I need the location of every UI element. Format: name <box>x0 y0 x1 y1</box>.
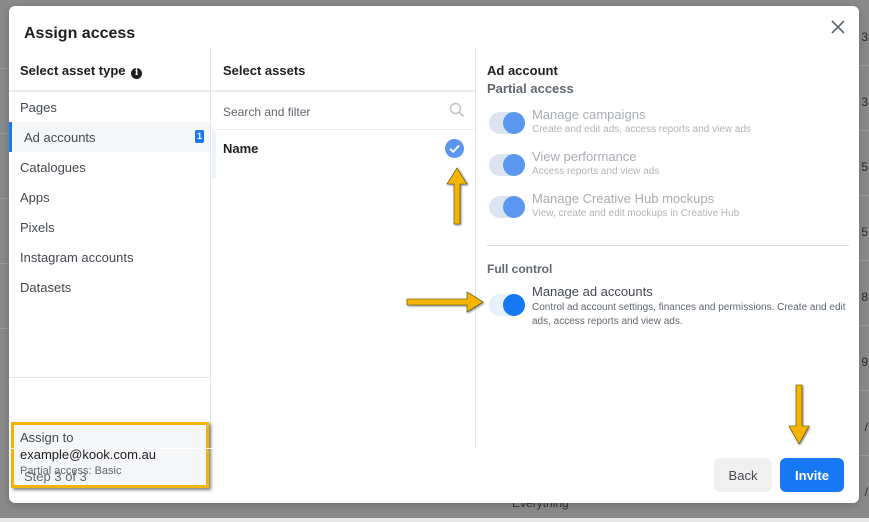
permission-view-performance: View performance Access reports and view… <box>489 149 849 185</box>
toggle-knob <box>503 154 525 176</box>
asset-type-label: Datasets <box>20 280 72 295</box>
permission-label: Manage ad accounts <box>532 284 653 299</box>
search-row <box>212 92 475 130</box>
partial-access-heading: Partial access <box>487 81 574 96</box>
permission-description: Create and edit ads, access reports and … <box>532 124 752 135</box>
permission-label: Manage Creative Hub mockups <box>532 191 715 206</box>
close-icon <box>831 20 845 34</box>
selected-count-badge: 1 <box>195 130 204 143</box>
permissions-column: Ad account Partial access Manage campaig… <box>477 48 859 448</box>
background-value: 9 <box>861 355 868 369</box>
permission-label: Manage campaigns <box>532 107 646 122</box>
name-column-label: Name <box>223 141 259 156</box>
asset-type-ad-accounts[interactable]: Ad accounts 1 <box>9 122 210 152</box>
background-divider <box>859 260 869 261</box>
background-value: 8 <box>861 290 868 304</box>
permission-manage-ad-accounts: Manage ad accounts Control ad account se… <box>489 284 849 334</box>
creative-hub-toggle[interactable] <box>489 196 525 218</box>
asset-type-label: Catalogues <box>20 160 86 175</box>
asset-type-heading: Select asset type i <box>9 48 210 92</box>
asset-type-pixels[interactable]: Pixels <box>9 212 210 242</box>
toggle-knob <box>503 294 525 316</box>
background-divider <box>859 455 869 456</box>
asset-type-catalogues[interactable]: Catalogues <box>9 152 210 182</box>
background-value: 5 <box>861 225 868 239</box>
asset-type-column: Select asset type i Pages Ad accounts 1 … <box>9 48 211 488</box>
invite-button[interactable]: Invite <box>780 458 844 492</box>
footer-divider <box>9 448 859 449</box>
background-divider <box>859 325 869 326</box>
permission-label: View performance <box>532 149 637 164</box>
full-control-heading: Full control <box>487 262 553 276</box>
permissions-title: Ad account <box>487 63 558 78</box>
assets-heading: Select assets <box>212 48 475 92</box>
divider <box>487 245 849 246</box>
asset-type-label: Ad accounts <box>24 130 96 145</box>
toggle-knob <box>503 112 525 134</box>
background-value: / <box>864 420 868 434</box>
asset-type-pages[interactable]: Pages <box>9 92 210 122</box>
permission-creative-hub: Manage Creative Hub mockups View, create… <box>489 191 849 227</box>
close-button[interactable] <box>829 18 847 36</box>
asset-type-datasets[interactable]: Datasets <box>9 272 210 302</box>
asset-type-label: Apps <box>20 190 50 205</box>
background-strip <box>0 518 869 522</box>
background-value: / <box>864 485 868 499</box>
background-value: 3 <box>861 95 868 109</box>
divider <box>9 377 211 378</box>
search-input[interactable] <box>223 105 423 119</box>
select-all-checkbox[interactable] <box>445 139 464 158</box>
asset-type-label: Pixels <box>20 220 55 235</box>
background-divider <box>859 390 869 391</box>
asset-type-label: Instagram accounts <box>20 250 134 265</box>
search-icon[interactable] <box>449 102 465 118</box>
selection-highlight <box>212 131 216 178</box>
assign-access-dialog: Assign access Select asset type i Pages … <box>9 6 859 503</box>
permission-description: Access reports and view ads <box>532 166 660 177</box>
asset-type-instagram-accounts[interactable]: Instagram accounts <box>9 242 210 272</box>
background-value: 3 <box>861 30 868 44</box>
name-column-header: Name <box>212 130 475 166</box>
assign-to-label: Assign to <box>20 430 74 445</box>
dialog-title: Assign access <box>24 25 136 42</box>
permission-description: Control ad account settings, finances an… <box>532 302 846 327</box>
asset-type-label: Pages <box>20 100 57 115</box>
step-indicator: Step 3 of 3 <box>24 469 87 484</box>
background-value: 5 <box>861 160 868 174</box>
asset-type-heading-text: Select asset type <box>20 63 126 78</box>
permission-manage-campaigns: Manage campaigns Create and edit ads, ac… <box>489 107 849 143</box>
info-icon[interactable]: i <box>131 68 143 79</box>
manage-ad-accounts-toggle[interactable] <box>489 294 525 316</box>
toggle-knob <box>503 196 525 218</box>
asset-type-list: Pages Ad accounts 1 Catalogues Apps Pixe… <box>9 92 210 302</box>
assets-column: Select assets Name <box>212 48 476 448</box>
background-divider <box>859 65 869 66</box>
back-button[interactable]: Back <box>714 458 772 492</box>
view-performance-toggle[interactable] <box>489 154 525 176</box>
asset-type-apps[interactable]: Apps <box>9 182 210 212</box>
background-page: 3 3 5 5 8 9 / / <box>859 0 869 522</box>
permission-description: View, create and edit mockups in Creativ… <box>532 208 740 219</box>
background-divider <box>859 130 869 131</box>
manage-campaigns-toggle[interactable] <box>489 112 525 134</box>
background-divider <box>859 195 869 196</box>
